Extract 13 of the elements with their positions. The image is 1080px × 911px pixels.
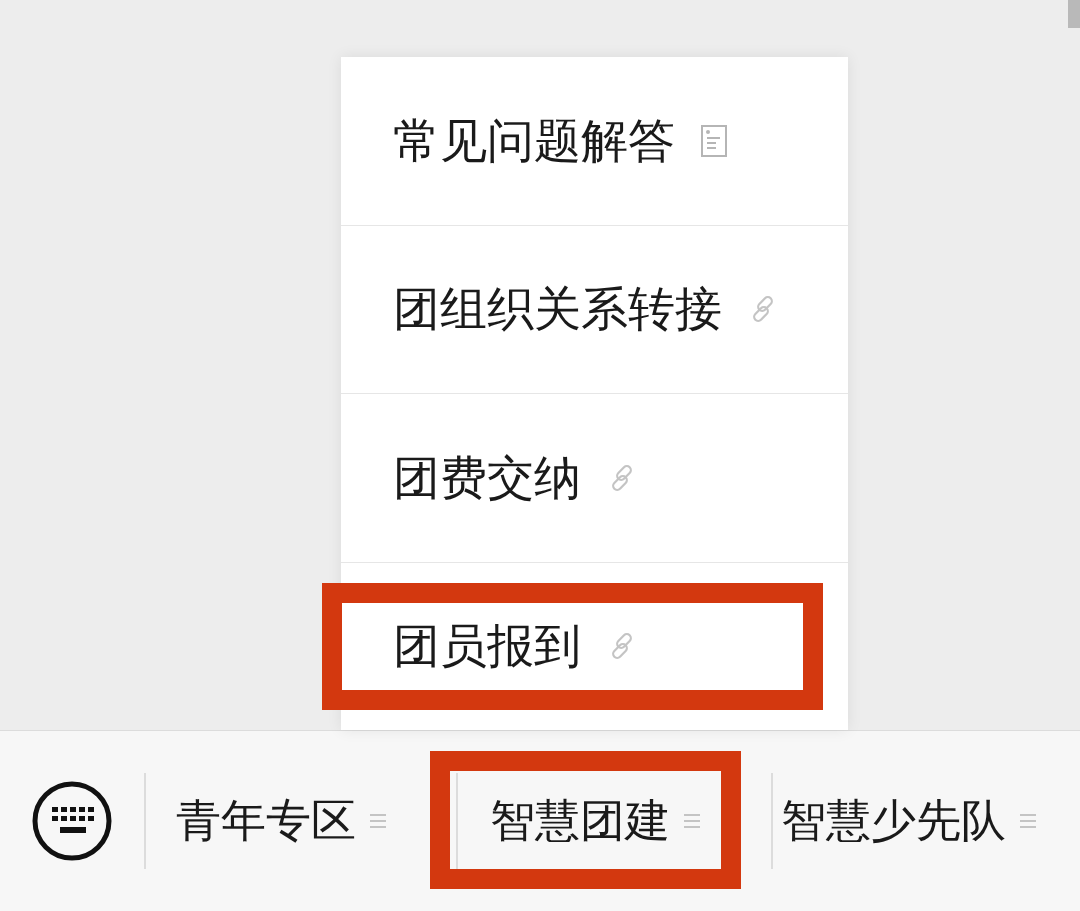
menu-tab[interactable]: 智慧团建	[490, 791, 670, 851]
keyboard-icon[interactable]	[32, 781, 112, 861]
menu-item[interactable]: 团费交纳	[341, 394, 848, 563]
menu-item[interactable]: 团组织关系转接	[341, 225, 848, 394]
menu-item[interactable]: 常见问题解答	[341, 57, 848, 226]
menu-icon	[370, 812, 386, 830]
menu-icon	[1020, 812, 1036, 830]
scrollbar	[1068, 0, 1080, 28]
menu-item[interactable]: 团员报到	[341, 562, 848, 730]
menu-tab[interactable]: 智慧少先队	[781, 791, 1006, 851]
menu-tab[interactable]: 青年专区	[176, 791, 356, 851]
menu-icon	[684, 812, 700, 830]
document-icon	[701, 124, 727, 157]
